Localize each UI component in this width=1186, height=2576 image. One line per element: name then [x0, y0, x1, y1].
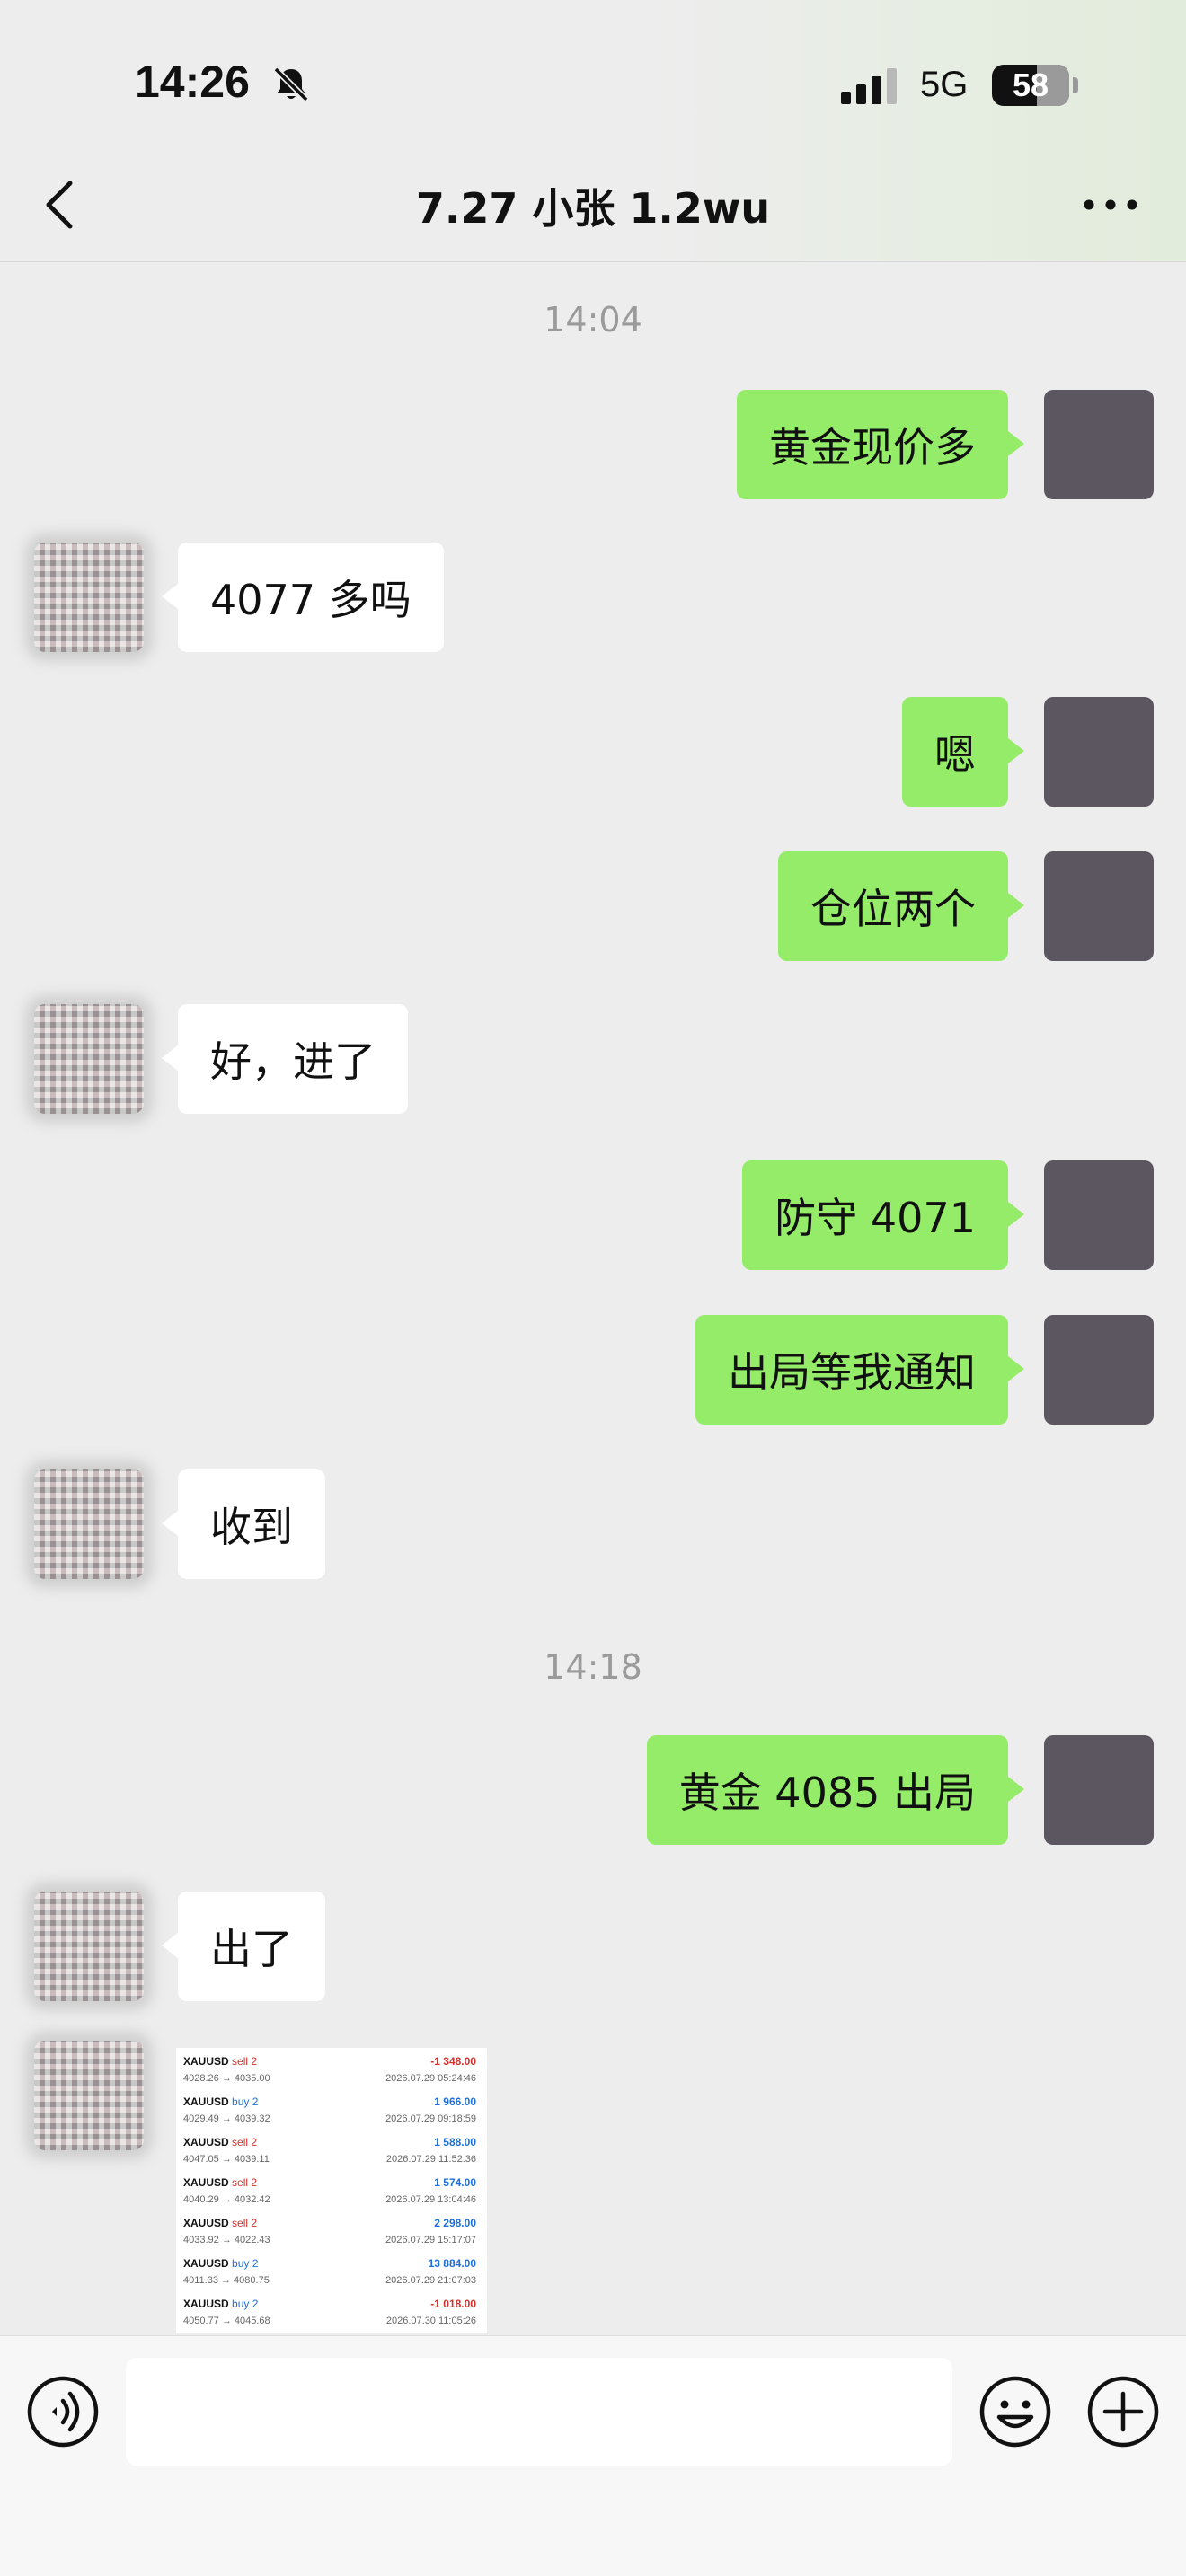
input-bar	[0, 2335, 1186, 2576]
trade-symbol: XAUUSD buy 2	[183, 2095, 258, 2108]
trade-symbol-text: XAUUSD	[183, 2095, 233, 2108]
trade-time: 2026.07.29 11:52:36	[385, 2154, 476, 2165]
message-bubble-contact[interactable]: 4077 多吗	[162, 543, 444, 652]
chat-title: 7.27 小张 1.2wu	[415, 184, 771, 233]
trade-row: XAUUSD buy 2 -1 018.00 4050.77 → 4045.68 20…	[181, 2296, 482, 2333]
trade-profit: -1 018.00	[430, 2298, 476, 2310]
avatar-contact[interactable]	[34, 1469, 144, 1579]
message-bubble-self[interactable]: 仓位两个	[778, 851, 1024, 961]
signal-icon	[841, 68, 897, 104]
battery-indicator: 58	[992, 65, 1069, 106]
trade-profit: 1 574.00	[434, 2176, 476, 2189]
avatar-contact[interactable]	[34, 1004, 144, 1114]
avatar-contact[interactable]	[34, 1892, 144, 2001]
trade-side: buy 2	[232, 2095, 259, 2108]
trade-time: 2026.07.30 11:05:26	[385, 2316, 476, 2326]
avatar-self[interactable]	[1044, 697, 1154, 807]
message-bubble-self[interactable]: 防守 4071	[742, 1160, 1024, 1270]
trade-symbol-text: XAUUSD	[183, 2298, 233, 2310]
trade-symbol: XAUUSD sell 2	[183, 2055, 257, 2068]
trade-row: XAUUSD buy 2 13 884.00 4011.33 → 4080.75 20…	[181, 2255, 482, 2296]
trade-profit: 1 966.00	[434, 2095, 476, 2108]
message-bubble-contact[interactable]: 收到	[162, 1469, 325, 1579]
trade-time: 2026.07.29 05:24:46	[385, 2073, 476, 2084]
avatar-self[interactable]	[1044, 851, 1154, 961]
trade-symbol-text: XAUUSD	[183, 2055, 233, 2068]
top-bar: 14:26 5G 58 7.27 小张 1.2wu	[0, 0, 1186, 262]
message-bubble-contact[interactable]: 好，进了	[162, 1004, 408, 1114]
plus-circle-icon[interactable]	[1085, 2374, 1161, 2449]
trade-symbol-text: XAUUSD	[183, 2257, 233, 2270]
trade-prices: 4033.92 → 4022.43	[183, 2235, 270, 2245]
trade-row: XAUUSD sell 2 1 574.00 4040.29 → 4032.42 20…	[181, 2175, 482, 2215]
network-label: 5G	[920, 65, 969, 104]
trade-symbol: XAUUSD sell 2	[183, 2217, 257, 2229]
trade-symbol: XAUUSD buy 2	[183, 2257, 258, 2270]
trade-prices: 4047.05 → 4039.11	[183, 2154, 270, 2165]
battery-label: 58	[1012, 66, 1049, 103]
message-bubble-self[interactable]: 黄金现价多	[737, 390, 1024, 499]
emoji-icon[interactable]	[978, 2374, 1053, 2449]
message-bubble-contact[interactable]: 出了	[162, 1892, 325, 2001]
trade-symbol-text: XAUUSD	[183, 2136, 233, 2148]
trade-time: 2026.07.29 15:17:07	[385, 2235, 476, 2245]
battery-tip	[1073, 77, 1078, 93]
timestamp: 14:18	[544, 1647, 642, 1687]
image-message-trade-history[interactable]: XAUUSD sell 2 -1 348.00 4028.26 → 4035.00 2…	[176, 2048, 487, 2333]
message-bubble-self[interactable]: 嗯	[902, 697, 1024, 807]
avatar-self[interactable]	[1044, 1160, 1154, 1270]
trade-row: XAUUSD buy 2 1 966.00 4029.49 → 4039.32 202…	[181, 2094, 482, 2134]
status-time: 14:26	[135, 57, 250, 107]
trade-prices: 4050.77 → 4045.68	[183, 2316, 270, 2326]
message-input[interactable]	[126, 2358, 952, 2466]
trade-profit: 1 588.00	[434, 2136, 476, 2148]
trade-side: sell 2	[232, 2176, 258, 2189]
message-bubble-self[interactable]: 出局等我通知	[695, 1315, 1024, 1425]
timestamp: 14:04	[544, 300, 642, 340]
trade-profit: -1 348.00	[430, 2055, 476, 2068]
trade-time: 2026.07.29 09:18:59	[385, 2113, 476, 2124]
avatar-self[interactable]	[1044, 1735, 1154, 1845]
trade-symbol-text: XAUUSD	[183, 2176, 233, 2189]
voice-icon[interactable]	[25, 2374, 101, 2449]
trade-prices: 4011.33 → 4080.75	[183, 2275, 270, 2286]
trade-side: sell 2	[232, 2055, 258, 2068]
trade-row: XAUUSD sell 2 -1 348.00 4028.26 → 4035.00 2…	[181, 2053, 482, 2094]
chevron-left-icon[interactable]	[38, 176, 83, 234]
trade-symbol: XAUUSD sell 2	[183, 2136, 257, 2148]
trade-prices: 4040.29 → 4032.42	[183, 2194, 270, 2205]
trade-symbol-text: XAUUSD	[183, 2217, 233, 2229]
avatar-self[interactable]	[1044, 1315, 1154, 1425]
ellipsis-icon[interactable]	[1078, 183, 1143, 226]
trade-row: XAUUSD sell 2 1 588.00 4047.05 → 4039.11 20…	[181, 2134, 482, 2175]
trade-prices: 4028.26 → 4035.00	[183, 2073, 270, 2084]
trade-side: sell 2	[232, 2136, 258, 2148]
trade-time: 2026.07.29 21:07:03	[385, 2275, 476, 2286]
trade-profit: 13 884.00	[428, 2257, 476, 2270]
trade-side: buy 2	[232, 2257, 259, 2270]
avatar-contact[interactable]	[34, 2041, 144, 2150]
trade-side: sell 2	[232, 2217, 258, 2229]
bell-slash-icon	[273, 66, 309, 102]
trade-time: 2026.07.29 13:04:46	[385, 2194, 476, 2205]
avatar-contact[interactable]	[34, 543, 144, 652]
trade-side: buy 2	[232, 2298, 259, 2310]
trade-symbol: XAUUSD buy 2	[183, 2298, 258, 2310]
message-bubble-self[interactable]: 黄金 4085 出局	[646, 1735, 1025, 1845]
avatar-self[interactable]	[1044, 390, 1154, 499]
trade-prices: 4029.49 → 4039.32	[183, 2113, 270, 2124]
trade-symbol: XAUUSD sell 2	[183, 2176, 257, 2189]
trade-profit: 2 298.00	[434, 2217, 476, 2229]
trade-row: XAUUSD sell 2 2 298.00 4033.92 → 4022.43 20…	[181, 2215, 482, 2255]
